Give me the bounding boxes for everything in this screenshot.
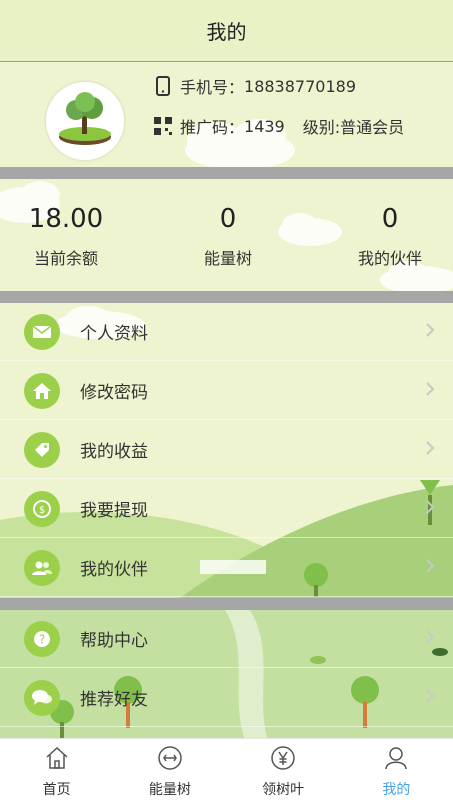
chevron-right-icon — [425, 440, 435, 460]
menu-item-change-password[interactable]: 修改密码 — [0, 362, 453, 420]
page-title: 我的 — [206, 20, 247, 44]
chevron-right-icon — [425, 688, 435, 708]
phone-line: 手机号： 18838770189 — [152, 74, 356, 98]
coin-icon: $ — [24, 490, 60, 527]
stat-label: 能量树 — [203, 249, 252, 268]
bottom-tab-bar: 首页 能量树 领树叶 我的 — [0, 738, 453, 800]
qr-code-icon — [152, 117, 174, 135]
menu-item-help-center[interactable]: ? 帮助中心 — [0, 610, 453, 668]
promo-line: 推广码： 1439 级别: 普通会员 — [152, 114, 404, 138]
phone-number: 18838770189 — [244, 76, 356, 96]
phone-label: 手机号： — [180, 78, 245, 97]
chevron-right-icon — [425, 629, 435, 649]
stat-energy-tree[interactable]: 0 能量树 — [168, 203, 288, 269]
stat-partners[interactable]: 0 我的伙伴 — [330, 203, 450, 269]
chevron-right-icon — [425, 558, 435, 578]
menu-label: 我的收益 — [80, 442, 148, 462]
level-label: 级别: — [302, 118, 341, 137]
users-icon — [24, 549, 60, 586]
tab-label: 领树叶 — [262, 782, 305, 798]
tag-icon — [24, 431, 60, 468]
energy-icon — [157, 745, 183, 775]
stat-label: 当前余额 — [33, 249, 98, 268]
yen-icon — [270, 745, 296, 775]
menu-label: 我的伙伴 — [80, 560, 148, 580]
section-divider — [0, 167, 453, 179]
tree-logo-icon — [46, 82, 124, 160]
stat-label: 我的伙伴 — [357, 249, 422, 268]
home-outline-icon — [44, 745, 70, 775]
home-icon — [24, 372, 60, 409]
profile-section: 手机号： 18838770189 推广码： 1439 级别: 普通会员 — [0, 62, 453, 167]
phone-icon — [152, 76, 174, 96]
stat-value: 0 — [381, 204, 399, 234]
stats-section: 18.00 当前余额 0 能量树 0 我的伙伴 — [0, 179, 453, 291]
stat-value: 0 — [219, 204, 237, 234]
section-divider — [0, 598, 453, 610]
mail-icon — [24, 313, 60, 350]
menu-item-partners[interactable]: 我的伙伴 — [0, 539, 453, 597]
tab-label: 我的 — [382, 782, 411, 798]
tab-label: 首页 — [42, 782, 71, 798]
avatar[interactable] — [46, 82, 124, 160]
promo-code: 1439 — [244, 116, 285, 136]
chat-icon — [24, 679, 60, 716]
menu-item-profile[interactable]: 个人资料 — [0, 303, 453, 361]
tab-energy-tree[interactable]: 能量树 — [113, 739, 226, 800]
menu-label: 我要提现 — [80, 501, 148, 521]
menu-label: 个人资料 — [80, 324, 148, 344]
tab-mine[interactable]: 我的 — [340, 739, 453, 800]
menu-label: 帮助中心 — [80, 631, 148, 651]
person-icon — [383, 745, 409, 775]
stat-value: 18.00 — [28, 204, 104, 234]
menu-label: 修改密码 — [80, 383, 148, 403]
question-icon: ? — [24, 620, 60, 657]
tab-home[interactable]: 首页 — [0, 739, 113, 800]
chevron-right-icon — [425, 322, 435, 342]
member-level: 普通会员 — [340, 118, 405, 137]
svg-text:$: $ — [39, 505, 45, 516]
svg-text:?: ? — [39, 632, 45, 646]
page-header: 我的 — [0, 0, 453, 62]
chevron-right-icon — [425, 381, 435, 401]
menu-label: 推荐好友 — [80, 690, 148, 710]
section-divider — [0, 291, 453, 303]
menu-item-withdraw[interactable]: $ 我要提现 — [0, 480, 453, 538]
menu-item-recommend-friends[interactable]: 推荐好友 — [0, 669, 453, 727]
menu-item-earnings[interactable]: 我的收益 — [0, 421, 453, 479]
stat-balance[interactable]: 18.00 当前余额 — [6, 203, 126, 269]
tab-collect-leaves[interactable]: 领树叶 — [227, 739, 340, 800]
promo-label: 推广码： — [180, 118, 245, 137]
tab-label: 能量树 — [148, 782, 191, 798]
chevron-right-icon — [425, 499, 435, 519]
